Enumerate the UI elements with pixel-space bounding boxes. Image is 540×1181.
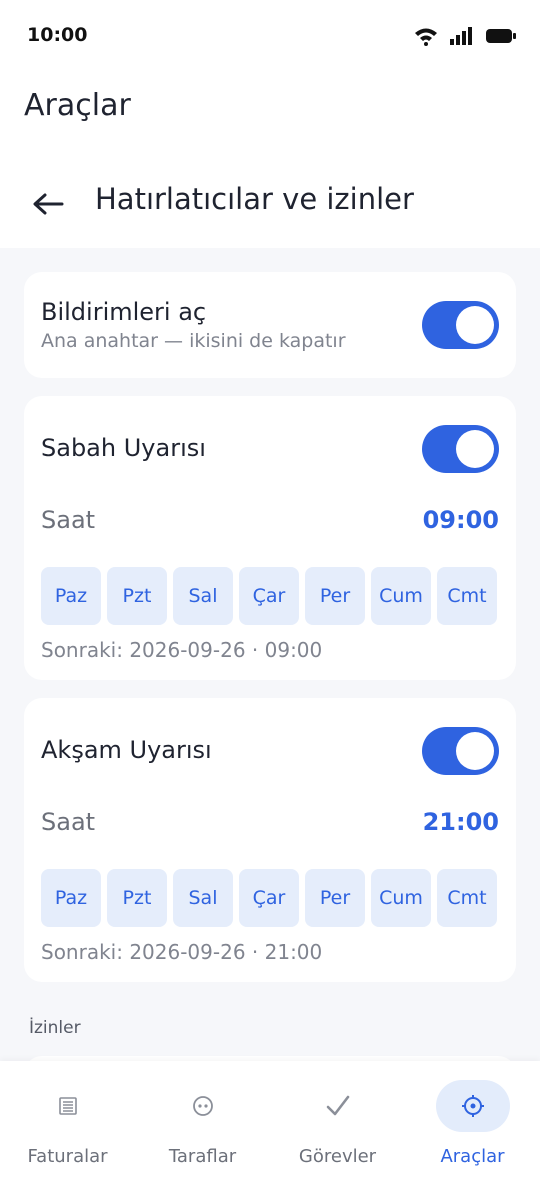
master-label: Bildirimleri aç xyxy=(41,298,207,326)
check-icon xyxy=(301,1080,375,1132)
day-chip-thu[interactable]: Per xyxy=(305,869,365,927)
arrow-left-icon xyxy=(33,193,64,215)
nav-item-tools[interactable]: Araçlar xyxy=(405,1061,540,1181)
toggle-knob xyxy=(456,430,494,468)
screen-title: Hatırlatıcılar ve izinler xyxy=(95,182,414,216)
status-icons xyxy=(414,26,516,46)
app-header: Araçlar xyxy=(0,72,540,144)
day-chip-sun[interactable]: Paz xyxy=(41,567,101,625)
battery-icon xyxy=(486,29,516,43)
nav-item-tasks[interactable]: Görevler xyxy=(270,1061,405,1181)
morning-days: Paz Pzt Sal Çar Per Cum Cmt xyxy=(41,567,497,625)
morning-time-value[interactable]: 09:00 xyxy=(423,506,499,534)
evening-alert-card: Akşam Uyarısı Saat 21:00 Paz Pzt Sal Çar… xyxy=(24,698,516,982)
morning-toggle[interactable] xyxy=(422,425,499,473)
day-chip-fri[interactable]: Cum xyxy=(371,567,431,625)
gear-icon xyxy=(435,1080,510,1132)
app-title: Araçlar xyxy=(24,88,131,123)
master-toggle[interactable] xyxy=(422,301,499,349)
morning-time-label: Saat xyxy=(41,506,96,534)
permissions-section-title: İzinler xyxy=(29,1018,81,1038)
evening-next-text: Sonraki: 2026-09-26 · 21:00 xyxy=(41,940,323,964)
back-button[interactable] xyxy=(24,180,72,228)
day-chip-wed[interactable]: Çar xyxy=(239,869,299,927)
evening-toggle[interactable] xyxy=(422,727,499,775)
master-notifications-card: Bildirimleri aç Ana anahtar — ikisini de… xyxy=(24,272,516,378)
status-bar: 10:00 xyxy=(0,0,540,72)
bottom-nav: Faturalar Taraflar Görevler Araçlar xyxy=(0,1061,540,1181)
people-icon xyxy=(166,1080,240,1132)
wifi-icon xyxy=(415,28,437,46)
toggle-knob xyxy=(456,732,494,770)
nav-label: Görevler xyxy=(298,1146,377,1167)
day-chip-tue[interactable]: Sal xyxy=(173,869,233,927)
day-chip-wed[interactable]: Çar xyxy=(239,567,299,625)
nav-label: Araçlar xyxy=(440,1146,505,1167)
evening-time-value[interactable]: 21:00 xyxy=(423,808,499,836)
nav-label: Taraflar xyxy=(168,1146,237,1167)
day-chip-sun[interactable]: Paz xyxy=(41,869,101,927)
morning-alert-card: Sabah Uyarısı Saat 09:00 Paz Pzt Sal Çar… xyxy=(24,396,516,680)
morning-next-text: Sonraki: 2026-09-26 · 09:00 xyxy=(41,638,323,662)
nav-item-invoices[interactable]: Faturalar xyxy=(0,1061,135,1181)
evening-time-label: Saat xyxy=(41,808,96,836)
evening-days: Paz Pzt Sal Çar Per Cum Cmt xyxy=(41,869,497,927)
day-chip-mon[interactable]: Pzt xyxy=(107,869,167,927)
nav-item-parties[interactable]: Taraflar xyxy=(135,1061,270,1181)
content-area[interactable]: Bildirimleri aç Ana anahtar — ikisini de… xyxy=(0,248,540,1061)
master-subtitle: Ana anahtar — ikisini de kapatır xyxy=(41,330,346,352)
day-chip-mon[interactable]: Pzt xyxy=(107,567,167,625)
day-chip-thu[interactable]: Per xyxy=(305,567,365,625)
evening-label: Akşam Uyarısı xyxy=(41,736,212,764)
toggle-knob xyxy=(456,306,494,344)
day-chip-tue[interactable]: Sal xyxy=(173,567,233,625)
morning-label: Sabah Uyarısı xyxy=(41,434,206,462)
day-chip-sat[interactable]: Cmt xyxy=(437,567,497,625)
day-chip-sat[interactable]: Cmt xyxy=(437,869,497,927)
status-time: 10:00 xyxy=(27,24,88,46)
receipt-icon xyxy=(31,1080,105,1132)
nav-label: Faturalar xyxy=(27,1146,108,1167)
day-chip-fri[interactable]: Cum xyxy=(371,869,431,927)
signal-icon xyxy=(450,27,472,45)
screen-header: Hatırlatıcılar ve izinler xyxy=(0,160,540,248)
